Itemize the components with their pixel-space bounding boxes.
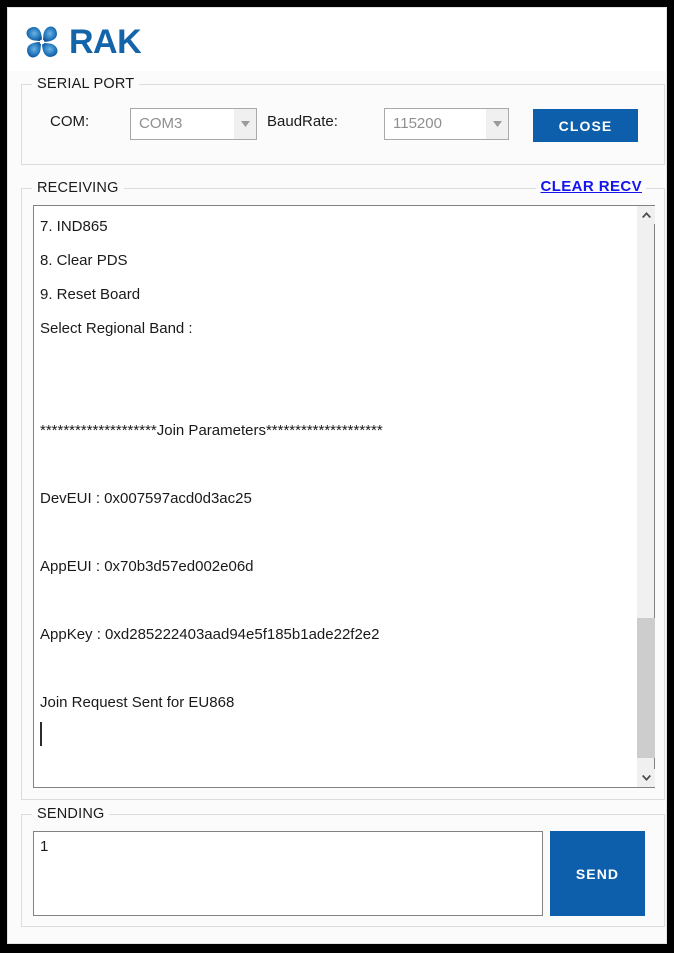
receiving-log-line: AppKey : 0xd285222403aad94e5f185b1ade22f… — [40, 626, 380, 643]
com-port-select[interactable]: COM3 — [130, 108, 257, 140]
receiving-scrollbar[interactable] — [636, 206, 655, 787]
chevron-down-icon[interactable] — [486, 109, 508, 139]
scrollbar-thumb[interactable] — [637, 618, 655, 758]
brand-logo: RAK — [22, 22, 142, 62]
brand-name: RAK — [69, 23, 142, 61]
send-input[interactable]: 1 — [33, 831, 543, 916]
receiving-log-line: 7. IND865 — [40, 218, 108, 235]
receiving-log-line: 9. Reset Board — [40, 286, 141, 303]
receiving-group-title: RECEIVING — [32, 180, 124, 196]
receiving-console[interactable]: 7. IND865 8. Clear PDS 9. Reset Board Selec… — [33, 205, 655, 788]
receiving-log-line: AppEUI : 0x70b3d57ed002e06d — [40, 558, 254, 575]
chevron-down-icon[interactable] — [234, 109, 256, 139]
sending-group: SENDING 1 SEND — [21, 806, 665, 927]
receiving-log-line — [40, 346, 636, 380]
chevron-down-icon[interactable] — [637, 769, 655, 787]
baudrate-select[interactable]: 115200 — [384, 108, 509, 140]
send-button[interactable]: SEND — [550, 831, 645, 916]
receiving-log-line — [40, 720, 636, 754]
rak-pinwheel-icon — [26, 26, 58, 58]
receiving-log-line — [40, 584, 636, 618]
receiving-log-line — [40, 652, 636, 686]
clear-recv-link[interactable]: CLEAR RECV — [536, 178, 646, 195]
app-window: RAK SERIAL PORT COM: COM3 BaudRate: 1152… — [7, 7, 667, 944]
receiving-log-line — [40, 516, 636, 550]
receiving-log-line — [40, 380, 636, 414]
receiving-log-line: Select Regional Band : — [40, 320, 193, 337]
logo-header: RAK — [8, 8, 666, 71]
com-port-value[interactable]: COM3 — [131, 109, 234, 139]
serial-port-group: SERIAL PORT COM: COM3 BaudRate: 115200 C… — [21, 76, 665, 165]
receiving-log-line: ********************Join Parameters*****… — [40, 422, 383, 439]
receiving-log-line: DevEUI : 0x007597acd0d3ac25 — [40, 490, 252, 507]
sending-group-title: SENDING — [32, 806, 110, 822]
receiving-log-line: Join Request Sent for EU868 — [40, 694, 235, 711]
app-frame: RAK SERIAL PORT COM: COM3 BaudRate: 1152… — [0, 0, 674, 953]
chevron-up-icon[interactable] — [637, 206, 655, 224]
receiving-log-line: 8. Clear PDS — [40, 252, 128, 269]
receiving-group: RECEIVING CLEAR RECV 7. IND865 8. Clear P… — [21, 178, 665, 800]
receiving-log-line — [40, 448, 636, 482]
close-port-button[interactable]: CLOSE — [533, 109, 638, 142]
baudrate-label: BaudRate: — [267, 113, 338, 130]
text-caret — [40, 722, 42, 746]
receiving-log-text[interactable]: 7. IND865 8. Clear PDS 9. Reset Board Selec… — [34, 206, 636, 787]
baudrate-value[interactable]: 115200 — [385, 109, 486, 139]
com-label: COM: — [50, 113, 90, 130]
serial-port-group-title: SERIAL PORT — [32, 76, 140, 92]
